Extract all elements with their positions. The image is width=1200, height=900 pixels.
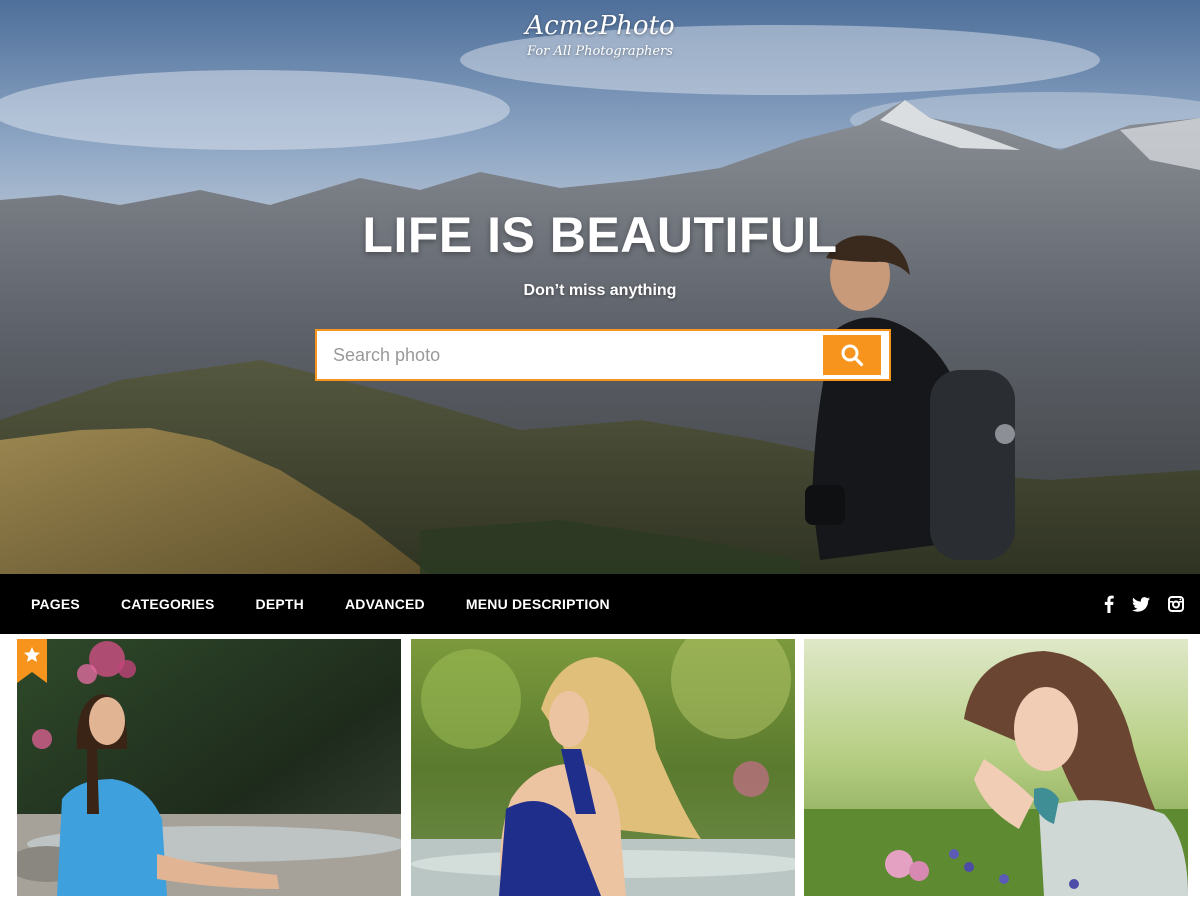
hero-subtitle: Don’t miss anything bbox=[523, 282, 677, 299]
blonde-woman-photo bbox=[411, 639, 795, 896]
search-form bbox=[315, 329, 891, 381]
nav-menu: PAGES CATEGORIES DEPTH ADVANCED MENU DES… bbox=[0, 574, 651, 634]
hero-banner: AcmePhoto For All Photographers LIFE IS … bbox=[0, 0, 1200, 574]
hero-title: LIFE IS BEAUTIFUL bbox=[362, 207, 838, 263]
site-title[interactable]: AcmePhoto bbox=[0, 10, 1200, 42]
gallery-item[interactable] bbox=[17, 639, 401, 896]
facebook-icon bbox=[1104, 595, 1114, 613]
photo-gallery bbox=[0, 634, 1200, 900]
search-button[interactable] bbox=[823, 335, 881, 375]
twitter-icon bbox=[1132, 596, 1150, 612]
nav-item-advanced[interactable]: ADVANCED bbox=[345, 596, 425, 612]
nav-item-categories[interactable]: CATEGORIES bbox=[121, 596, 215, 612]
site-branding: AcmePhoto For All Photographers bbox=[0, 10, 1200, 62]
nav-item-pages[interactable]: PAGES bbox=[31, 596, 80, 612]
woman-in-meadow-photo bbox=[804, 639, 1188, 896]
social-links bbox=[1104, 574, 1184, 634]
gallery-item[interactable] bbox=[411, 639, 795, 896]
instagram-link[interactable] bbox=[1168, 596, 1184, 612]
search-input[interactable] bbox=[317, 333, 823, 377]
nav-item-menu-description[interactable]: MENU DESCRIPTION bbox=[466, 596, 610, 612]
woman-in-blue-shirt-photo bbox=[17, 639, 401, 896]
facebook-link[interactable] bbox=[1104, 595, 1114, 613]
featured-badge bbox=[17, 639, 47, 683]
main-navigation: PAGES CATEGORIES DEPTH ADVANCED MENU DES… bbox=[0, 574, 1200, 634]
site-tagline: For All Photographers bbox=[527, 44, 673, 59]
instagram-icon bbox=[1168, 596, 1184, 612]
search-icon bbox=[841, 344, 864, 367]
gallery-item[interactable] bbox=[804, 639, 1188, 896]
nav-item-depth[interactable]: DEPTH bbox=[256, 596, 304, 612]
twitter-link[interactable] bbox=[1132, 596, 1150, 612]
